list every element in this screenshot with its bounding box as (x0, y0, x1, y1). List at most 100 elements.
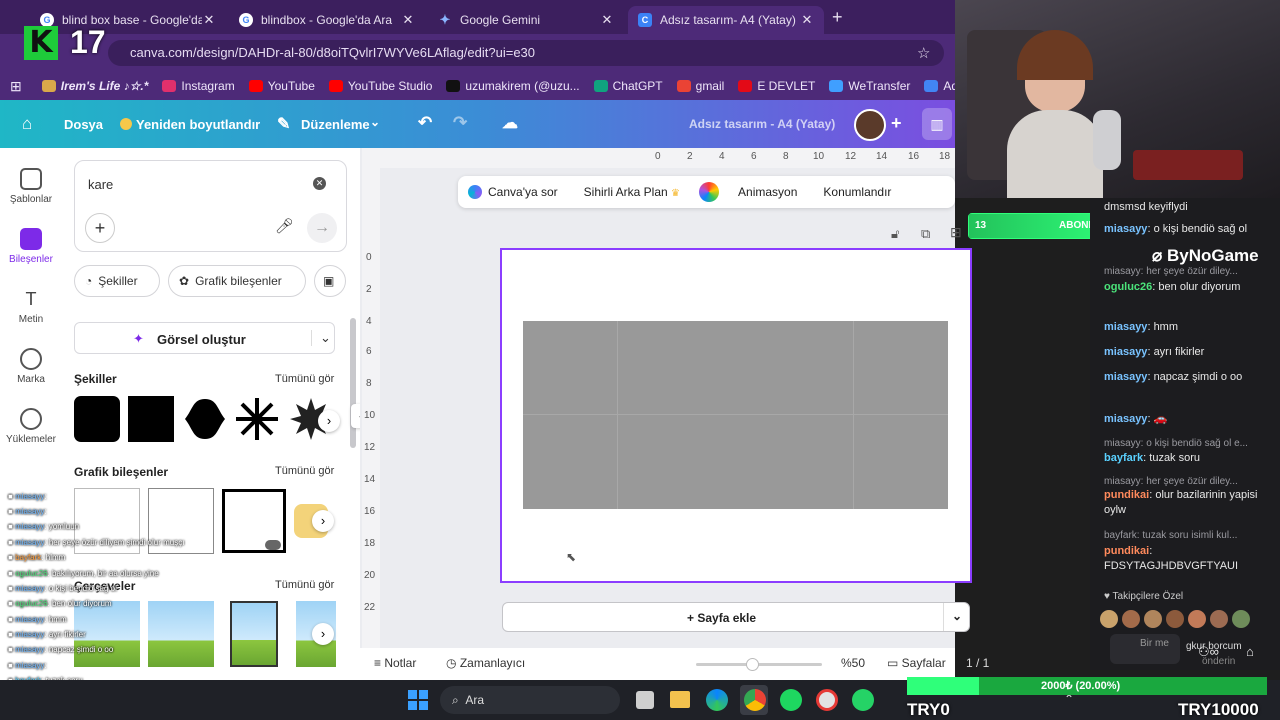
emote-icon[interactable] (1100, 610, 1118, 628)
see-all-frames[interactable]: Tümünü gör (275, 579, 334, 591)
lock-icon[interactable]: 🔓︎ (891, 226, 899, 242)
ask-canva-button[interactable]: Canva'ya sor (482, 185, 571, 199)
spotify-icon[interactable] (780, 689, 802, 711)
whatsapp-icon[interactable] (852, 689, 874, 711)
share-icon[interactable]: ⚇∞ (1198, 644, 1219, 660)
bookmark-instagram[interactable]: Instagram (162, 79, 235, 93)
bookmark-irem[interactable]: Irem's Life ♪☆.* (41, 79, 148, 93)
document-title[interactable]: Adsız tasarım - A4 (Yatay) (689, 117, 835, 131)
shape-flower[interactable] (182, 396, 228, 442)
scroll-right-icon[interactable]: › (318, 410, 340, 432)
close-tab-icon[interactable]: ✕ (202, 12, 216, 28)
microphone-icon[interactable]: 🎤︎ (275, 217, 294, 235)
notes-button[interactable]: ≡ Notlar (374, 656, 416, 670)
bookmark-tiktok[interactable]: uzumakirem (@uzu... (446, 79, 580, 93)
task-view-icon[interactable] (636, 691, 654, 709)
add-page-button[interactable]: + Sayfa ekle ⌄ (502, 602, 970, 632)
home-icon[interactable]: ⌂ (22, 114, 32, 134)
generate-image-button[interactable]: ✦ Görsel oluştur ⌄ (74, 322, 335, 354)
add-icon[interactable]: + (85, 213, 115, 243)
submit-arrow-icon[interactable]: → (307, 213, 337, 243)
magic-background-button[interactable]: Sihirli Arka Plan ♛ (571, 185, 693, 199)
emote-icon[interactable] (1188, 610, 1206, 628)
rail-uploads[interactable]: Yüklemeler (0, 408, 62, 445)
chip-shapes[interactable]: ◔ Şekiller (74, 265, 160, 297)
timer-button[interactable]: ◷ Zamanlayıcı (446, 656, 525, 670)
close-tab-icon[interactable]: ✕ (600, 12, 614, 28)
pages-button[interactable]: ▭ Sayfalar (887, 656, 946, 670)
search-input[interactable]: kare (88, 177, 113, 192)
store-icon[interactable]: ⌂ (1246, 644, 1254, 659)
bookmark-youtube-studio[interactable]: YouTube Studio (328, 79, 432, 93)
frame-landscape-2[interactable] (148, 601, 214, 667)
frame-portrait[interactable] (230, 601, 278, 667)
chevron-down-icon[interactable]: ⌄ (370, 115, 380, 129)
edge-icon[interactable] (706, 689, 728, 711)
close-tab-icon[interactable]: ✕ (401, 12, 415, 28)
edit-mode-button[interactable]: Düzenleme (301, 117, 370, 132)
taskbar-search[interactable]: ⌕ Ara (440, 686, 620, 714)
bookmark-chatgpt[interactable]: ChatGPT (593, 79, 663, 93)
send-message-input[interactable]: Bir me (1110, 634, 1180, 664)
graphic-frame-3[interactable] (222, 489, 286, 553)
rail-elements[interactable]: Bileşenler (0, 228, 62, 265)
emote-icon[interactable] (1166, 610, 1184, 628)
url-field[interactable]: canva.com/design/DAHDr-al-80/d8oiTQvlrI7… (108, 40, 944, 66)
browser-tab-3[interactable]: ✦ Google Gemini ✕ (428, 6, 624, 34)
search-box[interactable]: kare ✕ + 🎤︎ → (74, 160, 347, 252)
rail-text[interactable]: T Metin (0, 288, 62, 325)
scroll-right-icon[interactable]: › (312, 510, 334, 532)
avatar[interactable] (854, 109, 886, 141)
emote-icon[interactable] (1232, 610, 1250, 628)
zoom-slider-handle[interactable] (746, 658, 759, 671)
rail-brand[interactable]: Marka (0, 348, 62, 385)
apps-grid-icon[interactable]: ⊞ (10, 78, 22, 95)
browser-tab-2[interactable]: G blindbox - Google'da Ara ✕ (229, 6, 425, 34)
animate-button[interactable]: Animasyon (725, 185, 810, 199)
zoom-slider[interactable] (696, 658, 822, 671)
file-menu[interactable]: Dosya (64, 117, 103, 132)
chevron-down-icon[interactable]: ⌄ (943, 603, 970, 631)
emote-icon[interactable] (1144, 610, 1162, 628)
clear-search-icon[interactable]: ✕ (313, 177, 326, 190)
undo-icon[interactable]: ↶ (418, 113, 432, 133)
obs-icon[interactable] (816, 689, 838, 711)
add-collaborator-icon[interactable]: + (891, 113, 902, 134)
add-page-icon[interactable]: ⊞ (950, 224, 962, 241)
emote-icon[interactable] (1210, 610, 1228, 628)
panel-scrollbar[interactable] (350, 318, 356, 448)
bookmark-gmail[interactable]: gmail (676, 79, 724, 93)
bookmark-edevlet[interactable]: E DEVLET (738, 79, 815, 93)
emote-icon[interactable] (1122, 610, 1140, 628)
gray-rectangle-element[interactable] (523, 321, 948, 509)
bookmark-wetransfer[interactable]: WeTransfer (829, 79, 910, 93)
see-all-graphics[interactable]: Tümünü gör (275, 465, 334, 477)
duplicate-icon[interactable]: ⧉ (921, 226, 930, 242)
see-all-shapes[interactable]: Tümünü gör (275, 373, 334, 385)
position-button[interactable]: Konumlandır (810, 185, 904, 199)
scroll-right-icon[interactable]: › (312, 623, 334, 645)
bookmark-star-icon[interactable]: ☆ (917, 44, 930, 62)
browser-tab-1[interactable]: G blind box base - Google'da Ara ✕ (30, 6, 226, 34)
redo-icon[interactable]: ↷ (453, 113, 467, 133)
resize-button[interactable]: Yeniden boyutlandır (136, 117, 260, 132)
zoom-level[interactable]: %50 (841, 656, 865, 670)
close-tab-icon[interactable]: ✕ (800, 12, 814, 28)
color-picker-icon[interactable] (699, 182, 720, 202)
shape-asterisk[interactable] (234, 396, 280, 442)
browser-tab-4-active[interactable]: C Adsız tasarım- A4 (Yatay) ✕ (628, 6, 824, 34)
new-tab-icon[interactable]: + (832, 7, 843, 28)
frame-landscape-1[interactable] (74, 601, 140, 667)
file-explorer-icon[interactable] (670, 691, 690, 708)
chip-graphics[interactable]: ✿ Grafik bileşenler (168, 265, 306, 297)
chrome-icon[interactable] (744, 689, 766, 711)
shape-rounded-square[interactable] (74, 396, 120, 442)
graphic-frame-1[interactable] (74, 488, 140, 554)
emote-row[interactable] (1100, 610, 1270, 630)
graphic-frame-2[interactable] (148, 488, 214, 554)
chevron-down-icon[interactable]: ⌄ (311, 330, 331, 346)
windows-start-icon[interactable] (408, 690, 428, 710)
bookmark-youtube[interactable]: YouTube (248, 79, 315, 93)
chip-frames[interactable]: ▣ (314, 265, 346, 297)
shape-square[interactable] (128, 396, 174, 442)
